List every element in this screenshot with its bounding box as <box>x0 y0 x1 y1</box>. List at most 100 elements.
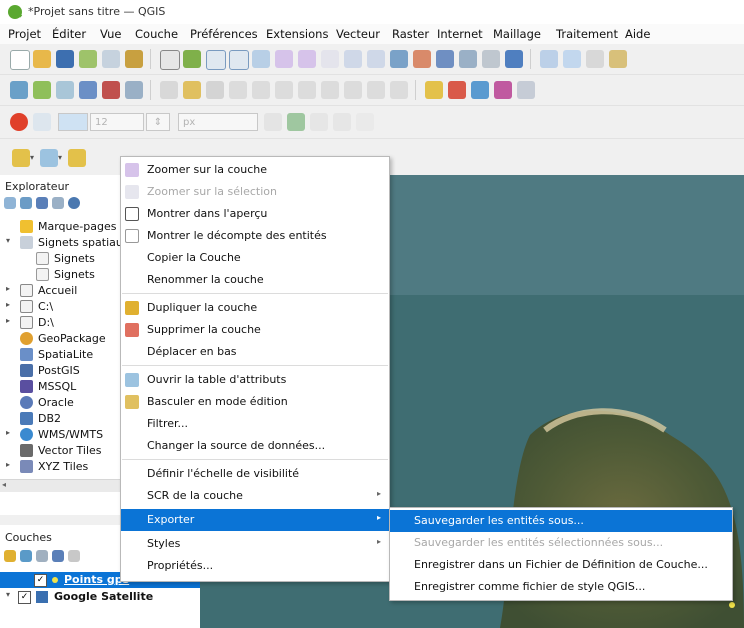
vertex-tool-icon[interactable] <box>252 81 270 99</box>
new-print-layout-icon[interactable] <box>79 50 97 68</box>
menu-item-move-to-bottom[interactable]: Déplacer en bas <box>121 341 389 363</box>
menu-couche[interactable]: Couche <box>135 27 178 41</box>
reshape-icon[interactable] <box>356 113 374 131</box>
menu-item-duplicate-layer[interactable]: Dupliquer la couche <box>121 297 389 319</box>
pan-map-icon[interactable] <box>160 50 180 70</box>
layer-visibility-checkbox[interactable]: ✓ <box>18 591 31 604</box>
current-edits-icon[interactable] <box>160 81 178 99</box>
add-raster-layer-icon[interactable] <box>56 81 74 99</box>
new-project-icon[interactable] <box>10 50 30 70</box>
info-icon[interactable] <box>68 197 80 209</box>
node-tool-icon[interactable] <box>33 113 51 131</box>
color-picker-icon[interactable] <box>287 113 305 131</box>
menu-preferences[interactable]: Préférences <box>190 27 258 41</box>
open-layer-styling-icon[interactable] <box>4 550 16 562</box>
zoom-out-icon[interactable] <box>229 50 249 70</box>
data-source-manager-icon[interactable] <box>10 81 28 99</box>
new-map-view-icon[interactable] <box>390 50 408 68</box>
select-features-icon[interactable] <box>12 149 30 167</box>
menu-item-properties[interactable]: Propriétés... <box>121 555 389 577</box>
unit-select[interactable]: px <box>178 113 258 131</box>
save-project-icon[interactable] <box>56 50 74 68</box>
save-edits-icon[interactable] <box>206 81 224 99</box>
style-manager-icon[interactable] <box>125 50 143 68</box>
layer-visibility-checkbox[interactable]: ✓ <box>34 574 47 587</box>
digitize-icon[interactable] <box>229 81 247 99</box>
select-by-value-icon[interactable] <box>40 149 58 167</box>
menu-aide[interactable]: Aide <box>625 27 650 41</box>
chevron-left-icon[interactable]: ◂ <box>2 480 6 489</box>
deselect-icon[interactable] <box>68 149 86 167</box>
menu-item-zoom-to-layer[interactable]: Zoomer sur la couche <box>121 159 389 181</box>
new-shapefile-icon[interactable] <box>79 81 97 99</box>
menu-item-set-scale-visibility[interactable]: Définir l'échelle de visibilité <box>121 463 389 485</box>
collapse-all-icon[interactable] <box>52 197 64 209</box>
menu-item-export[interactable]: Exporter ▸ <box>121 509 389 531</box>
new-temporary-layer-icon[interactable] <box>125 81 143 99</box>
menu-item-change-data-source[interactable]: Changer la source de données... <box>121 435 389 457</box>
menu-item-show-in-overview[interactable]: Montrer dans l'aperçu <box>121 203 389 225</box>
menu-projet[interactable]: Projet <box>8 27 41 41</box>
pan-to-selection-icon[interactable] <box>183 50 201 68</box>
open-project-icon[interactable] <box>33 50 51 68</box>
layout-manager-icon[interactable] <box>102 50 120 68</box>
gps-point-marker[interactable] <box>729 602 735 608</box>
refresh-icon[interactable] <box>505 50 523 68</box>
filter-icon[interactable] <box>36 197 48 209</box>
show-hide-labels-icon[interactable] <box>471 81 489 99</box>
toggle-editing-icon[interactable] <box>183 81 201 99</box>
menu-internet[interactable]: Internet <box>437 27 483 41</box>
delete-ring-icon[interactable] <box>310 113 328 131</box>
statistics-icon[interactable] <box>586 50 604 68</box>
menu-item-save-features-as[interactable]: Sauvegarder les entités sous... <box>390 510 732 532</box>
style-icon[interactable] <box>10 113 28 131</box>
menu-vue[interactable]: Vue <box>100 27 121 41</box>
rotate-label-icon[interactable] <box>517 81 535 99</box>
menu-item-filter[interactable]: Filtrer... <box>121 413 389 435</box>
identify-features-icon[interactable] <box>540 50 558 68</box>
cut-features-icon[interactable] <box>298 81 316 99</box>
copy-features-icon[interactable] <box>321 81 339 99</box>
menu-item-rename-layer[interactable]: Renommer la couche <box>121 269 389 291</box>
feature-count-checkbox[interactable] <box>125 229 139 243</box>
menu-item-save-qgis-style[interactable]: Enregistrer comme fichier de style QGIS.… <box>390 576 732 598</box>
zoom-to-layer-icon[interactable] <box>298 50 316 68</box>
menu-item-remove-layer[interactable]: Supprimer la couche <box>121 319 389 341</box>
add-selected-layers-icon[interactable] <box>4 197 16 209</box>
menu-maillage[interactable]: Maillage <box>493 27 541 41</box>
refresh-icon[interactable] <box>20 197 32 209</box>
zoom-native-icon[interactable] <box>321 50 339 68</box>
menu-item-show-feature-count[interactable]: Montrer le décompte des entités <box>121 225 389 247</box>
undo-icon[interactable] <box>367 81 385 99</box>
open-attribute-table-icon[interactable] <box>563 50 581 68</box>
zoom-next-icon[interactable] <box>367 50 385 68</box>
menu-item-styles[interactable]: Styles ▸ <box>121 533 389 555</box>
new-geopackage-icon[interactable] <box>102 81 120 99</box>
menu-item-toggle-editing[interactable]: Basculer en mode édition <box>121 391 389 413</box>
menu-traitement[interactable]: Traitement <box>556 27 618 41</box>
pin-labels-icon[interactable] <box>448 81 466 99</box>
menu-extensions[interactable]: Extensions <box>266 27 328 41</box>
delete-part-icon[interactable] <box>333 113 351 131</box>
zoom-full-icon[interactable] <box>252 50 270 68</box>
manage-visibility-icon[interactable] <box>36 550 48 562</box>
paste-features-icon[interactable] <box>344 81 362 99</box>
temporal-controller-icon[interactable] <box>436 50 454 68</box>
menu-item-copy-layer[interactable]: Copier la Couche <box>121 247 389 269</box>
menu-item-layer-crs[interactable]: SCR de la couche ▸ <box>121 485 389 507</box>
measure-icon[interactable] <box>264 113 282 131</box>
size-spinbox[interactable]: 12 <box>90 113 144 131</box>
add-vector-layer-icon[interactable] <box>33 81 51 99</box>
menu-item-save-layer-definition[interactable]: Enregistrer dans un Fichier de Définitio… <box>390 554 732 576</box>
zoom-in-icon[interactable] <box>206 50 226 70</box>
add-group-icon[interactable] <box>20 550 32 562</box>
menu-vecteur[interactable]: Vecteur <box>336 27 380 41</box>
menu-editer[interactable]: Éditer <box>52 27 86 41</box>
chevron-down-icon[interactable]: ▾ <box>6 590 10 599</box>
redo-icon[interactable] <box>390 81 408 99</box>
new-bookmark-icon[interactable] <box>459 50 477 68</box>
layer-row-google-satellite[interactable]: ▾ ✓ Google Satellite <box>0 589 200 605</box>
zoom-last-icon[interactable] <box>344 50 362 68</box>
show-bookmarks-icon[interactable] <box>482 50 500 68</box>
zoom-to-selection-icon[interactable] <box>275 50 293 68</box>
